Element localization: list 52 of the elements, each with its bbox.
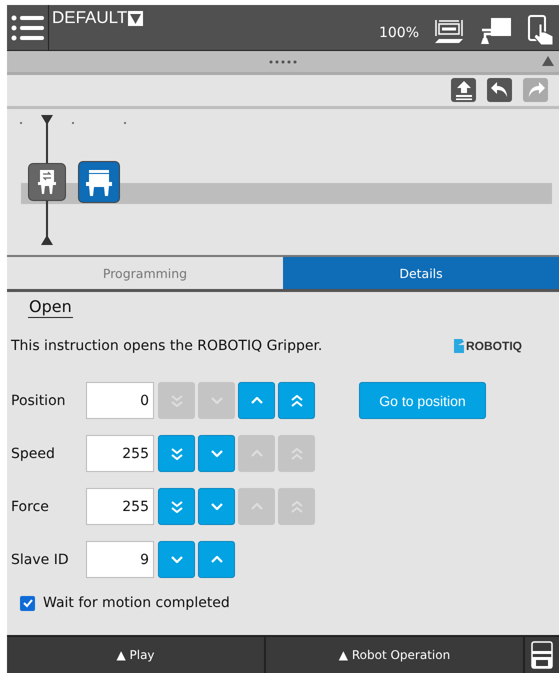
checkbox[interactable] bbox=[20, 596, 35, 610]
program-title[interactable]: DEFAULT bbox=[52, 9, 128, 27]
collapse-arrow-icon[interactable] bbox=[541, 55, 555, 67]
step-button[interactable] bbox=[198, 488, 235, 525]
double-chevron-down-icon bbox=[170, 500, 182, 512]
double-chevron-down-icon bbox=[170, 394, 182, 406]
upload-button[interactable] bbox=[451, 78, 476, 102]
touch-screen-icon[interactable] bbox=[527, 14, 555, 46]
drag-handle-icon[interactable] bbox=[268, 58, 298, 64]
step-button[interactable] bbox=[198, 541, 235, 578]
speed-value: 100% bbox=[378, 25, 419, 41]
undo-button[interactable] bbox=[487, 78, 512, 102]
field-label: Force bbox=[11, 498, 50, 514]
chevron-down-icon bbox=[210, 450, 222, 457]
dropdown-icon[interactable] bbox=[128, 11, 144, 26]
field-label: Speed bbox=[11, 446, 56, 462]
field-label: Slave ID bbox=[11, 552, 70, 568]
gripper-node[interactable] bbox=[28, 163, 66, 201]
double-chevron-up-icon bbox=[290, 394, 302, 406]
robotiq-logo: ROBOTIQ bbox=[453, 338, 522, 354]
chevron-up-icon bbox=[250, 397, 262, 404]
double-chevron-up-icon bbox=[290, 448, 302, 460]
step-button[interactable] bbox=[158, 541, 195, 578]
step-button[interactable] bbox=[158, 488, 195, 525]
double-chevron-down-icon bbox=[170, 448, 182, 460]
number-input[interactable]: 9 bbox=[86, 541, 154, 578]
chevron-down-icon bbox=[210, 397, 222, 404]
description: This instruction opens the ROBOTIQ Gripper. bbox=[11, 338, 322, 354]
step-button[interactable] bbox=[158, 435, 195, 472]
instruction-title: Open bbox=[28, 297, 73, 318]
chevron-down-icon bbox=[210, 503, 222, 510]
tick-mark bbox=[124, 122, 126, 124]
chevron-down-icon bbox=[170, 556, 182, 563]
checkbox-label: Wait for motion completed bbox=[43, 595, 230, 611]
step-button[interactable] bbox=[238, 382, 275, 419]
tick-mark bbox=[20, 122, 22, 124]
number-input[interactable]: 0 bbox=[86, 382, 154, 419]
cabinet-icon bbox=[531, 641, 553, 669]
tick-mark bbox=[72, 122, 74, 124]
chevron-up-icon bbox=[250, 503, 262, 510]
menu-icon bbox=[10, 14, 44, 42]
tab[interactable]: Details bbox=[283, 257, 559, 289]
auto-mode-icon[interactable] bbox=[433, 18, 465, 46]
number-input[interactable]: 255 bbox=[86, 488, 154, 525]
gripper-node[interactable] bbox=[78, 161, 120, 203]
chevron-up-icon bbox=[210, 556, 222, 563]
number-input[interactable]: 255 bbox=[86, 435, 154, 472]
step-button[interactable] bbox=[278, 382, 315, 419]
double-chevron-up-icon bbox=[290, 500, 302, 512]
chevron-up-icon bbox=[250, 450, 262, 457]
field-label: Position bbox=[11, 392, 67, 408]
step-button[interactable] bbox=[198, 435, 235, 472]
